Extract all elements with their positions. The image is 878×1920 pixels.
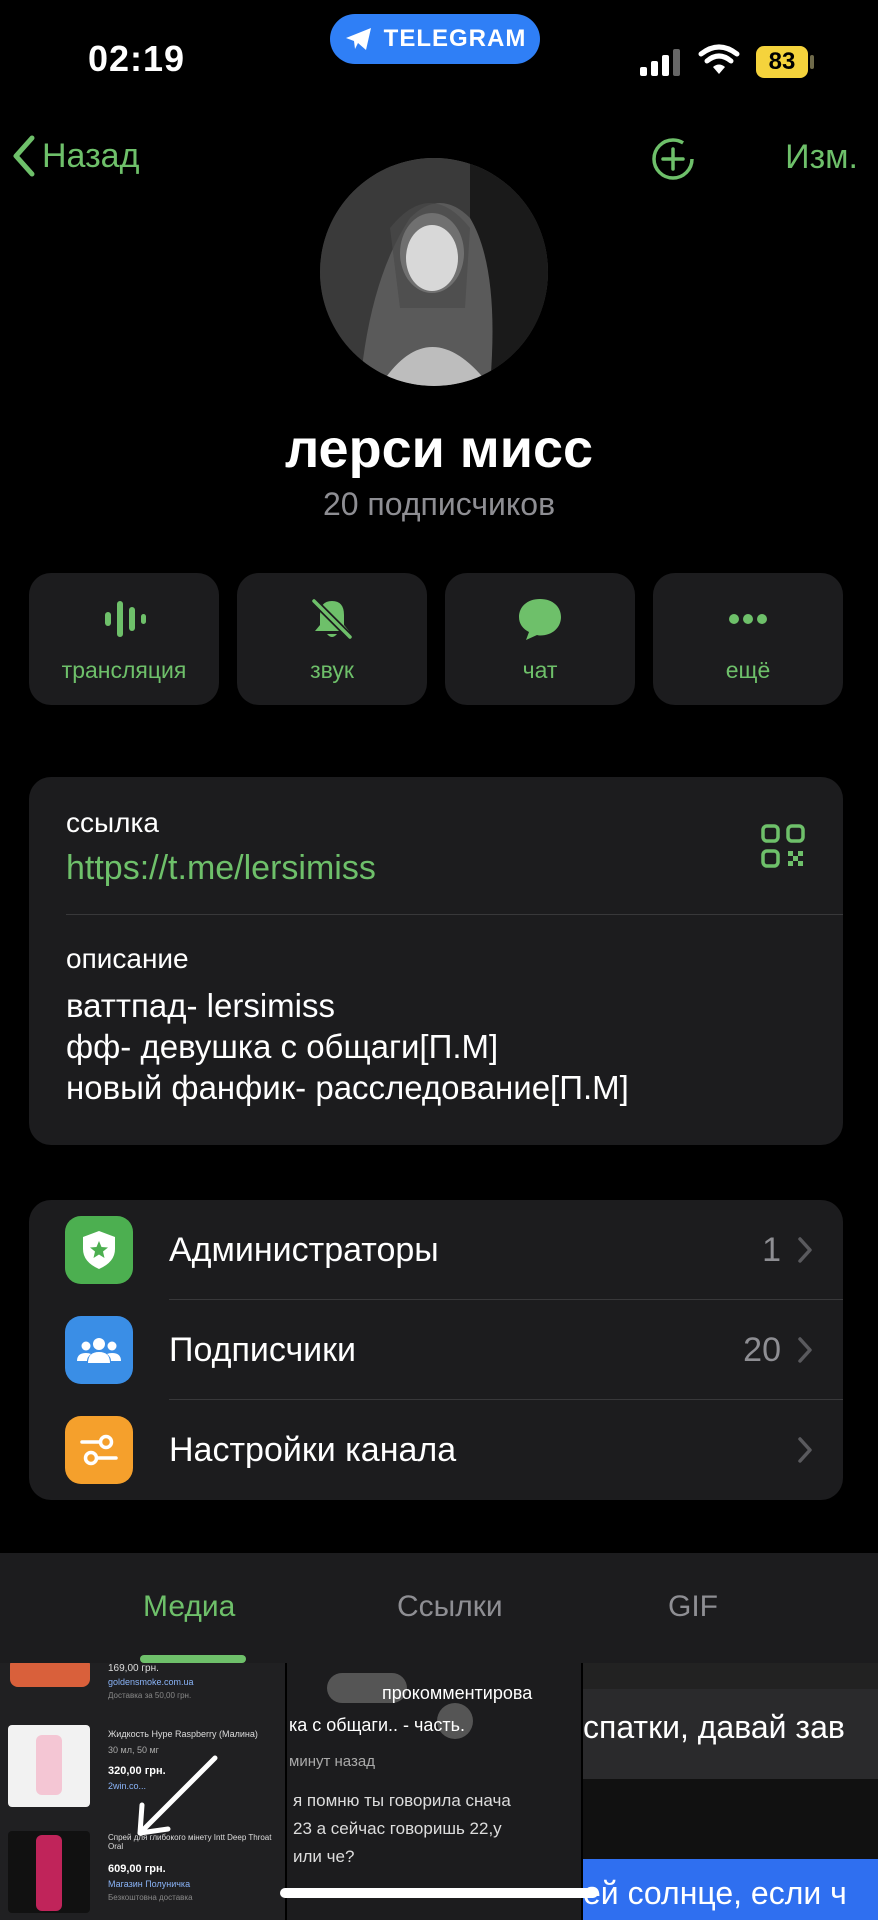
- chat-label: чат: [522, 656, 558, 683]
- mute-button[interactable]: звук: [237, 573, 427, 705]
- more-button[interactable]: ещё: [653, 573, 843, 705]
- mute-label: звук: [310, 656, 354, 683]
- avatar-photo: [320, 158, 548, 386]
- info-card: ссылка https://t.me/lersimiss описание в…: [29, 777, 843, 1145]
- product-title: Жидкость Hype Raspberry (Малина): [108, 1729, 258, 1739]
- product-note: Безкоштовна доставка: [108, 1893, 193, 1902]
- chevron-right-icon: [798, 1437, 812, 1463]
- settings-menu: Администраторы 1 Подписчики 20 Настройки…: [29, 1200, 843, 1500]
- sliders-icon: [65, 1416, 133, 1484]
- broadcast-icon: [105, 600, 146, 637]
- media-thumbnail[interactable]: 169,00 грн. goldensmoke.com.ua Доставка …: [0, 1663, 285, 1920]
- menu-item-label: Подписчики: [169, 1330, 357, 1369]
- menu-item-label: Администраторы: [169, 1230, 439, 1269]
- product-note: Доставка за 50,00 грн.: [108, 1691, 192, 1700]
- tab-gif[interactable]: GIF: [668, 1590, 718, 1624]
- product-price: 609,00 грн.: [108, 1863, 166, 1875]
- comment-line: я помню ты говорила снача: [293, 1791, 511, 1810]
- info-divider: [66, 914, 843, 915]
- back-button[interactable]: Назад: [10, 134, 139, 178]
- product-shop: Магазин Полуничка: [108, 1879, 191, 1889]
- description-label: описание: [66, 943, 189, 974]
- add-circle-icon[interactable]: [650, 136, 696, 182]
- chat-bubble-icon: [519, 598, 561, 640]
- action-bar: трансляция звук чат ещё: [29, 573, 843, 705]
- tab-indicator: [140, 1655, 246, 1663]
- description-line: ваттпад- lersimiss: [66, 987, 335, 1024]
- tab-links[interactable]: Ссылки: [397, 1590, 503, 1624]
- description-text: ваттпад- lersimiss фф- девушка с общаги[…: [66, 985, 629, 1108]
- wifi-icon: [698, 44, 740, 74]
- back-label: Назад: [42, 136, 140, 175]
- broadcast-label: трансляция: [61, 656, 187, 683]
- status-time: 02:19: [88, 38, 186, 79]
- cellular-signal-icon: [640, 48, 682, 76]
- more-icon: [729, 613, 767, 624]
- link-label: ссылка: [66, 807, 159, 838]
- telegram-pill[interactable]: TELEGRAM: [330, 14, 540, 64]
- battery-indicator: 83: [756, 46, 808, 78]
- comment-line: прокомментирова: [382, 1683, 533, 1703]
- bell-off-icon: [311, 598, 353, 639]
- home-indicator: [280, 1888, 598, 1898]
- comment-line: 23 а сейчас говоришь 22,у: [293, 1819, 502, 1838]
- description-line: новый фанфик- расследование[П.М]: [66, 1069, 629, 1106]
- battery-nub: [810, 55, 814, 69]
- menu-item-label: Настройки канала: [169, 1430, 457, 1469]
- product-shop: goldensmoke.com.ua: [108, 1677, 194, 1687]
- menu-item-subscribers[interactable]: Подписчики 20: [29, 1300, 843, 1400]
- menu-item-administrators[interactable]: Администраторы 1: [29, 1200, 843, 1300]
- message-line: ей солнце, если ч: [583, 1875, 847, 1911]
- chevron-right-icon: [798, 1237, 812, 1263]
- subscriber-count: 20 подписчиков: [322, 486, 556, 522]
- comment-line: минут назад: [289, 1753, 375, 1770]
- media-thumbnail[interactable]: прокомментирова ка с общаги.. - часть. м…: [287, 1663, 581, 1920]
- menu-item-count: 20: [743, 1330, 781, 1369]
- chat-button[interactable]: чат: [445, 573, 635, 705]
- more-label: ещё: [725, 656, 771, 683]
- people-icon: [65, 1316, 133, 1384]
- channel-link[interactable]: https://t.me/lersimiss: [66, 849, 376, 888]
- message-line: спатки, давай зав: [583, 1709, 845, 1745]
- tab-media[interactable]: Медиа: [143, 1590, 235, 1624]
- qr-code-icon[interactable]: [759, 822, 807, 870]
- media-thumbnail[interactable]: спатки, давай зав ей солнце, если ч: [583, 1663, 878, 1920]
- chevron-right-icon: [798, 1337, 812, 1363]
- description-line: фф- девушка с общаги[П.М]: [66, 1028, 499, 1065]
- comment-line: ка с общаги.. - часть.: [289, 1715, 466, 1735]
- edit-button[interactable]: Изм.: [785, 138, 858, 177]
- channel-avatar[interactable]: [320, 158, 548, 386]
- comment-line: или че?: [293, 1847, 355, 1866]
- telegram-plane-icon: [345, 28, 371, 50]
- menu-item-count: 1: [762, 1230, 781, 1269]
- shield-star-icon: [65, 1216, 133, 1284]
- product-price: 169,00 грн.: [108, 1663, 159, 1674]
- chevron-left-icon: [13, 135, 35, 177]
- menu-item-channel-settings[interactable]: Настройки канала: [29, 1400, 843, 1500]
- arrow-annotation-icon: [137, 1755, 218, 1836]
- broadcast-button[interactable]: трансляция: [29, 573, 219, 705]
- channel-name: лерси мисс: [284, 419, 594, 479]
- telegram-pill-label: TELEGRAM: [383, 25, 527, 52]
